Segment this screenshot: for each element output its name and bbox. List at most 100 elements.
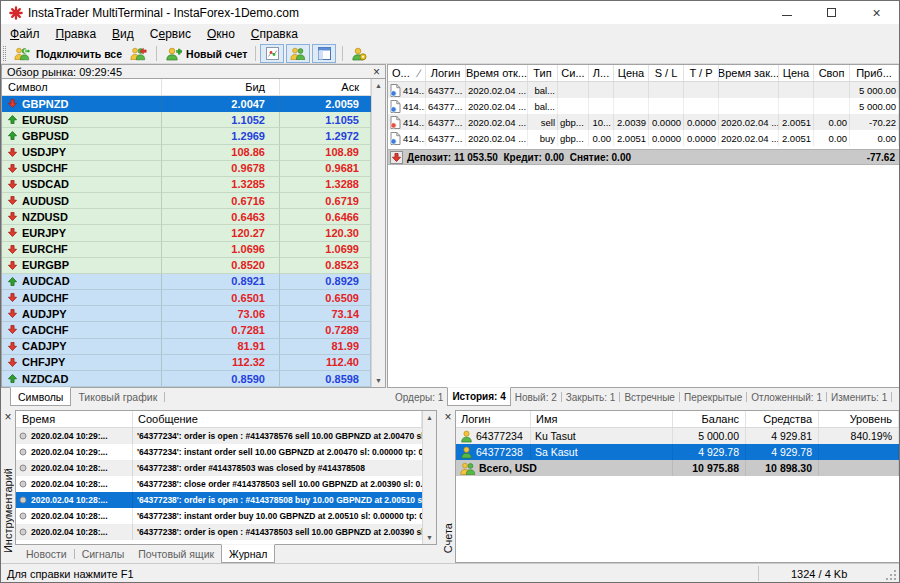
account-equity-cell: 4 929.81 xyxy=(746,428,819,444)
column-header[interactable]: Логин xyxy=(426,65,466,81)
order-row[interactable]: 414...64377...2020.02.04 ...sellgbp...10… xyxy=(388,114,899,130)
market-watch-row[interactable]: EURCHF1.06961.0699 xyxy=(2,242,371,258)
market-watch-close-icon[interactable]: × xyxy=(373,67,380,77)
market-watch-row[interactable]: AUDCAD0.89210.8929 xyxy=(2,274,371,290)
toolbar-grip[interactable] xyxy=(3,46,6,61)
journal-row[interactable]: 2020.02.04 10:29:...'64377234': order is… xyxy=(16,428,422,444)
tick-chart-toggle-button[interactable] xyxy=(260,44,284,63)
menu-item[interactable]: Файл xyxy=(2,25,48,44)
orders-tab[interactable]: Закрыть: 1 xyxy=(562,388,620,406)
column-header[interactable]: Л... xyxy=(589,65,614,81)
market-watch-row[interactable]: GBPUSD1.29691.2972 xyxy=(2,128,371,144)
account-row[interactable]: 64377234Ku Tasut5 000.004 929.81840.19% xyxy=(456,428,899,444)
market-watch-row[interactable]: EURUSD1.10521.1055 xyxy=(2,112,371,128)
market-tab[interactable]: Символы xyxy=(10,387,71,406)
journal-row[interactable]: 2020.02.04 10:28:...'64377238': order is… xyxy=(16,492,422,508)
scroll-up-icon[interactable]: ▲ xyxy=(426,411,433,424)
column-header[interactable]: Уровень xyxy=(819,411,899,427)
new-account-button[interactable]: Новый счет xyxy=(161,44,251,63)
column-header[interactable]: Имя xyxy=(531,411,673,427)
column-header[interactable]: Приб... xyxy=(850,65,899,81)
market-watch-row[interactable]: USDCAD1.32851.3288 xyxy=(2,177,371,193)
journal-scrollbar[interactable]: ▲ ▼ xyxy=(422,411,436,544)
column-header[interactable]: Аск xyxy=(280,79,371,95)
column-header[interactable]: Баланс xyxy=(673,411,746,427)
market-watch-row[interactable]: CADJPY81.9181.99 xyxy=(2,339,371,355)
market-watch-row[interactable]: GBPNZD2.00472.0059 xyxy=(2,96,371,112)
orders-tab[interactable]: Ордеры: 1 xyxy=(391,388,447,406)
journal-row[interactable]: 2020.02.04 10:28:...'64377238': order is… xyxy=(16,524,422,540)
column-header[interactable]: Символ xyxy=(2,79,162,95)
column-header[interactable]: Время зак... xyxy=(719,65,779,81)
journal-tab[interactable]: Сигналы xyxy=(75,545,132,563)
scroll-up-icon[interactable]: ▲ xyxy=(375,79,382,92)
journal-row[interactable]: 2020.02.04 10:28:...'64377238': close or… xyxy=(16,476,422,492)
orders-tab[interactable]: Встречные xyxy=(620,388,679,406)
bid-cell: 2.0047 xyxy=(162,96,280,112)
column-header[interactable]: Время отк... xyxy=(466,65,528,81)
menu-item[interactable]: Вид xyxy=(104,25,142,44)
column-header[interactable]: T / P xyxy=(684,65,719,81)
layout-toggle-button[interactable] xyxy=(312,44,336,63)
market-watch-row[interactable]: NZDUSD0.64630.6466 xyxy=(2,209,371,225)
accounts-toggle-button[interactable] xyxy=(286,44,310,63)
journal-tab[interactable]: Новости xyxy=(19,545,74,563)
journal-row[interactable]: 2020.02.04 10:28:...'64377238': instant … xyxy=(16,508,422,524)
column-header[interactable]: О...∕ xyxy=(388,65,426,81)
market-watch-scrollbar[interactable]: ▲ ▼ xyxy=(371,79,385,387)
account-row[interactable]: Всего, USD10 975.8810 898.30 xyxy=(456,460,899,476)
market-tab[interactable]: Тиковый график xyxy=(71,388,164,406)
menu-item[interactable]: Правка xyxy=(48,25,105,44)
market-watch-row[interactable]: EURGBP0.85200.8523 xyxy=(2,258,371,274)
market-watch-row[interactable]: AUDUSD0.67160.6719 xyxy=(2,193,371,209)
orders-tab[interactable]: Новый: 2 xyxy=(511,388,561,406)
market-watch-row[interactable]: CHFJPY112.32112.40 xyxy=(2,355,371,371)
account-row[interactable]: 64377238Sa Kasut4 929.784 929.78 xyxy=(456,444,899,460)
column-header[interactable]: S / L xyxy=(649,65,684,81)
column-header[interactable]: Цена xyxy=(779,65,814,81)
column-header[interactable]: Цена xyxy=(614,65,649,81)
menu-item[interactable]: Сервис xyxy=(142,25,199,44)
column-header[interactable]: Время xyxy=(16,411,133,427)
journal-tab[interactable]: Журнал xyxy=(221,544,275,563)
toolbox-close-icon[interactable]: × xyxy=(4,410,11,424)
menu-item[interactable]: Окно xyxy=(199,25,243,44)
market-watch-row[interactable]: USDCHF0.96780.9681 xyxy=(2,161,371,177)
journal-row[interactable]: 2020.02.04 10:29:...'64377234': instant … xyxy=(16,444,422,460)
journal-row[interactable]: 2020.02.04 10:28:...'64377238': order #4… xyxy=(16,460,422,476)
scroll-down-icon[interactable]: ▼ xyxy=(375,374,382,387)
minimize-button[interactable] xyxy=(764,1,809,24)
orders-tab[interactable]: Перекрытые xyxy=(680,388,746,406)
column-header[interactable]: Логин xyxy=(456,411,531,427)
market-watch-row[interactable]: AUDCHF0.65010.6509 xyxy=(2,290,371,306)
maximize-button[interactable] xyxy=(809,1,854,24)
market-watch-row[interactable]: NZDCAD0.85900.8598 xyxy=(2,371,371,387)
column-header[interactable]: Своп xyxy=(814,65,850,81)
order-row[interactable]: 414...64377...2020.02.04 ...bal...5 000.… xyxy=(388,82,899,98)
column-header[interactable]: Тип xyxy=(528,65,558,81)
market-watch-row[interactable]: EURJPY120.27120.30 xyxy=(2,225,371,241)
summary-arrow-icon[interactable] xyxy=(390,151,403,164)
scroll-down-icon[interactable]: ▼ xyxy=(426,531,433,544)
market-watch-row[interactable]: AUDJPY73.0673.14 xyxy=(2,306,371,322)
market-watch-row[interactable]: USDJPY108.86108.89 xyxy=(2,145,371,161)
resize-grip[interactable] xyxy=(886,570,897,581)
column-header[interactable]: Си... xyxy=(558,65,589,81)
journal-tab[interactable]: Почтовый ящик xyxy=(131,545,221,563)
order-row[interactable]: 414...64377...2020.02.04 ...buygbp...0.0… xyxy=(388,130,899,146)
column-header[interactable]: Бид xyxy=(162,79,280,95)
close-button[interactable]: × xyxy=(854,1,899,24)
disconnect-all-button[interactable] xyxy=(126,44,152,63)
orders-tab[interactable]: Изменить: 1 xyxy=(827,388,891,406)
trend-down-icon xyxy=(8,309,17,318)
column-header[interactable]: Средства xyxy=(746,411,819,427)
account-settings-button[interactable] xyxy=(347,44,371,63)
connect-all-button[interactable]: Подключить все xyxy=(10,44,126,63)
accounts-close-icon[interactable]: × xyxy=(444,410,451,424)
orders-tab[interactable]: История: 4 xyxy=(447,387,510,406)
column-header[interactable]: Сообщение xyxy=(133,411,422,427)
market-watch-row[interactable]: CADCHF0.72810.7289 xyxy=(2,322,371,338)
order-row[interactable]: 414...64377...2020.02.04 ...bal...5 000.… xyxy=(388,98,899,114)
orders-tab[interactable]: Отложенный: 1 xyxy=(747,388,826,406)
menu-item[interactable]: Справка xyxy=(243,25,306,44)
